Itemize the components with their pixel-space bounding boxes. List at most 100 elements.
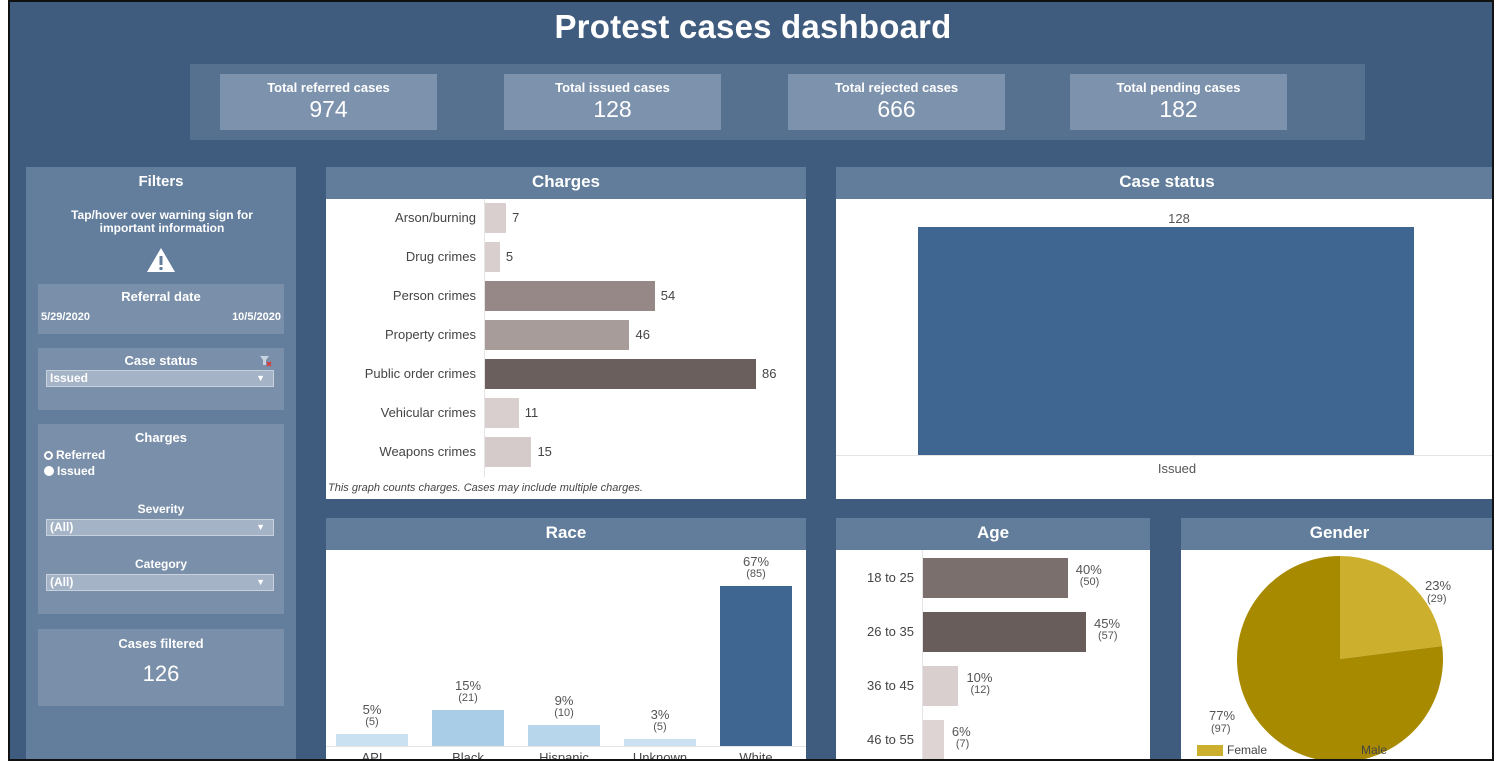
charges-bar xyxy=(484,203,507,233)
legend-label-male: Male xyxy=(1361,743,1388,757)
charges-axis-line xyxy=(484,199,485,477)
race-category-label: Black xyxy=(452,750,484,761)
radio-issued[interactable]: Issued xyxy=(44,464,95,478)
race-chart: 5% (5) API 15% (21) Black 9% (10) Hispanic 3% (5) U… xyxy=(326,550,806,761)
race-bar xyxy=(528,724,600,746)
gender-slice-female xyxy=(1340,556,1443,659)
race-count-label: (5) xyxy=(365,716,379,729)
charges-chart-area: Arson/burning 7 Drug crimes 5 Person crimes 5… xyxy=(326,199,806,477)
charges-category-label: Vehicular crimes xyxy=(380,405,476,420)
kpi-label: Total pending cases xyxy=(1116,80,1241,95)
age-percent-label: 6% xyxy=(951,724,971,739)
filters-title: Filters xyxy=(138,173,184,190)
referral-date-filter[interactable]: Referral date 5/29/2020 10/5/2020 xyxy=(38,284,284,334)
charges-bar xyxy=(484,398,519,428)
severity-value: (All) xyxy=(50,520,74,534)
charges-value-label: 86 xyxy=(762,366,777,381)
category-value: (All) xyxy=(50,575,74,589)
race-category-label: Unknown xyxy=(632,750,688,761)
charges-filter: Charges Referred Issued Severity (All) ▼… xyxy=(38,424,284,614)
age-chart: 18 to 25 40% (50) 26 to 35 45% (57) 36 to 45 10… xyxy=(836,550,1150,759)
kpi-total-issued: Total issued cases 128 xyxy=(504,74,721,130)
clear-filter-icon[interactable] xyxy=(260,354,272,367)
kpi-value: 666 xyxy=(877,96,916,122)
gender-male-count: (97) xyxy=(1211,723,1231,735)
cases-filtered-box: Cases filtered 126 xyxy=(38,629,284,706)
charges-chart: Arson/burning 7 Drug crimes 5 Person crimes 5… xyxy=(326,199,806,499)
chevron-down-icon: ▼ xyxy=(256,577,265,587)
kpi-total-rejected: Total rejected cases 666 xyxy=(788,74,1005,130)
charges-category-label: Weapons crimes xyxy=(379,444,476,459)
race-percent-label: 3% xyxy=(650,706,670,722)
radio-referred-label: Referred xyxy=(56,448,106,462)
age-axis-line xyxy=(922,550,923,759)
dashboard-frame: Protest cases dashboard Total referred c… xyxy=(8,0,1494,761)
case-status-value: Issued xyxy=(50,371,89,385)
age-bar xyxy=(922,558,1068,598)
charges-panel-header: Charges xyxy=(326,167,806,199)
legend-swatch-female xyxy=(1197,745,1223,756)
category-dropdown[interactable]: (All) ▼ xyxy=(46,574,274,591)
severity-dropdown[interactable]: (All) ▼ xyxy=(46,519,274,536)
case-status-chart: 128 Issued xyxy=(836,199,1492,499)
charges-category-label: Person crimes xyxy=(392,288,476,303)
gender-female-count: (29) xyxy=(1427,593,1447,605)
filters-panel: Filters Tap/hover over warning sign for … xyxy=(26,167,296,759)
gender-chart: 23% (29) 77% (97) Female Male xyxy=(1181,550,1492,759)
cases-filtered-label: Cases filtered xyxy=(118,636,204,651)
age-count-label: (50) xyxy=(1079,576,1100,588)
radio-referred[interactable]: Referred xyxy=(44,448,105,462)
charges-category-label: Arson/burning xyxy=(395,210,476,225)
race-panel-header: Race xyxy=(326,518,806,550)
age-category-label: 46 to 55 xyxy=(867,732,914,747)
charges-note: This graph counts charges. Cases may inc… xyxy=(328,482,643,494)
warning-icon[interactable] xyxy=(146,247,176,273)
gender-panel-header: Gender xyxy=(1181,518,1492,550)
charges-bar xyxy=(484,359,756,389)
kpi-total-referred: Total referred cases 974 xyxy=(220,74,437,130)
race-bar xyxy=(432,710,504,746)
charges-value-label: 5 xyxy=(505,249,514,264)
gender-chart-area: 23% (29) 77% (97) Female Male xyxy=(1181,550,1492,759)
charges-category-label: Public order crimes xyxy=(364,366,476,381)
age-percent-label: 10% xyxy=(966,670,993,685)
race-chart-area: 5% (5) API 15% (21) Black 9% (10) Hispanic 3% (5) U… xyxy=(326,550,806,761)
charges-value-label: 7 xyxy=(512,210,520,225)
charges-value-label: 11 xyxy=(524,405,539,420)
race-category-label: White xyxy=(739,750,773,761)
race-bar xyxy=(720,586,792,746)
race-axis-line xyxy=(326,746,806,747)
race-count-label: (5) xyxy=(653,720,667,733)
severity-label: Severity xyxy=(137,502,185,516)
referral-date-end[interactable]: 10/5/2020 xyxy=(232,311,281,323)
legend-swatch-male xyxy=(1331,745,1357,756)
age-count-label: (7) xyxy=(955,738,970,750)
age-count-label: (57) xyxy=(1098,630,1118,642)
kpi-total-pending: Total pending cases 182 xyxy=(1070,74,1287,130)
age-category-label: 18 to 25 xyxy=(867,570,914,585)
radio-issued-label: Issued xyxy=(57,464,96,478)
kpi-value: 128 xyxy=(593,96,632,122)
chevron-down-icon: ▼ xyxy=(256,522,265,532)
charges-category-label: Drug crimes xyxy=(405,249,476,264)
cases-filtered-value: 126 xyxy=(142,661,180,686)
kpi-label: Total referred cases xyxy=(267,80,390,95)
age-percent-label: 45% xyxy=(1094,616,1121,631)
charges-bar xyxy=(484,437,532,467)
case-status-label: Case status xyxy=(124,353,198,368)
charges-value-label: 46 xyxy=(635,327,650,342)
charges-bar xyxy=(484,281,655,311)
race-category-label: Hispanic xyxy=(539,750,589,761)
race-bar xyxy=(624,738,696,746)
age-count-label: (12) xyxy=(970,684,990,696)
race-category-label: API xyxy=(361,750,383,761)
age-panel-header: Age xyxy=(836,518,1150,550)
referral-date-start[interactable]: 5/29/2020 xyxy=(41,311,90,323)
status-category-label: Issued xyxy=(1157,461,1197,476)
case-status-dropdown[interactable]: Issued ▼ xyxy=(46,370,274,387)
age-bar xyxy=(922,666,959,706)
referral-date-label: Referral date xyxy=(121,289,201,304)
status-chart-area: 128 Issued xyxy=(836,199,1492,499)
race-percent-label: 67% xyxy=(742,554,770,569)
status-value-label: 128 xyxy=(1168,211,1190,226)
